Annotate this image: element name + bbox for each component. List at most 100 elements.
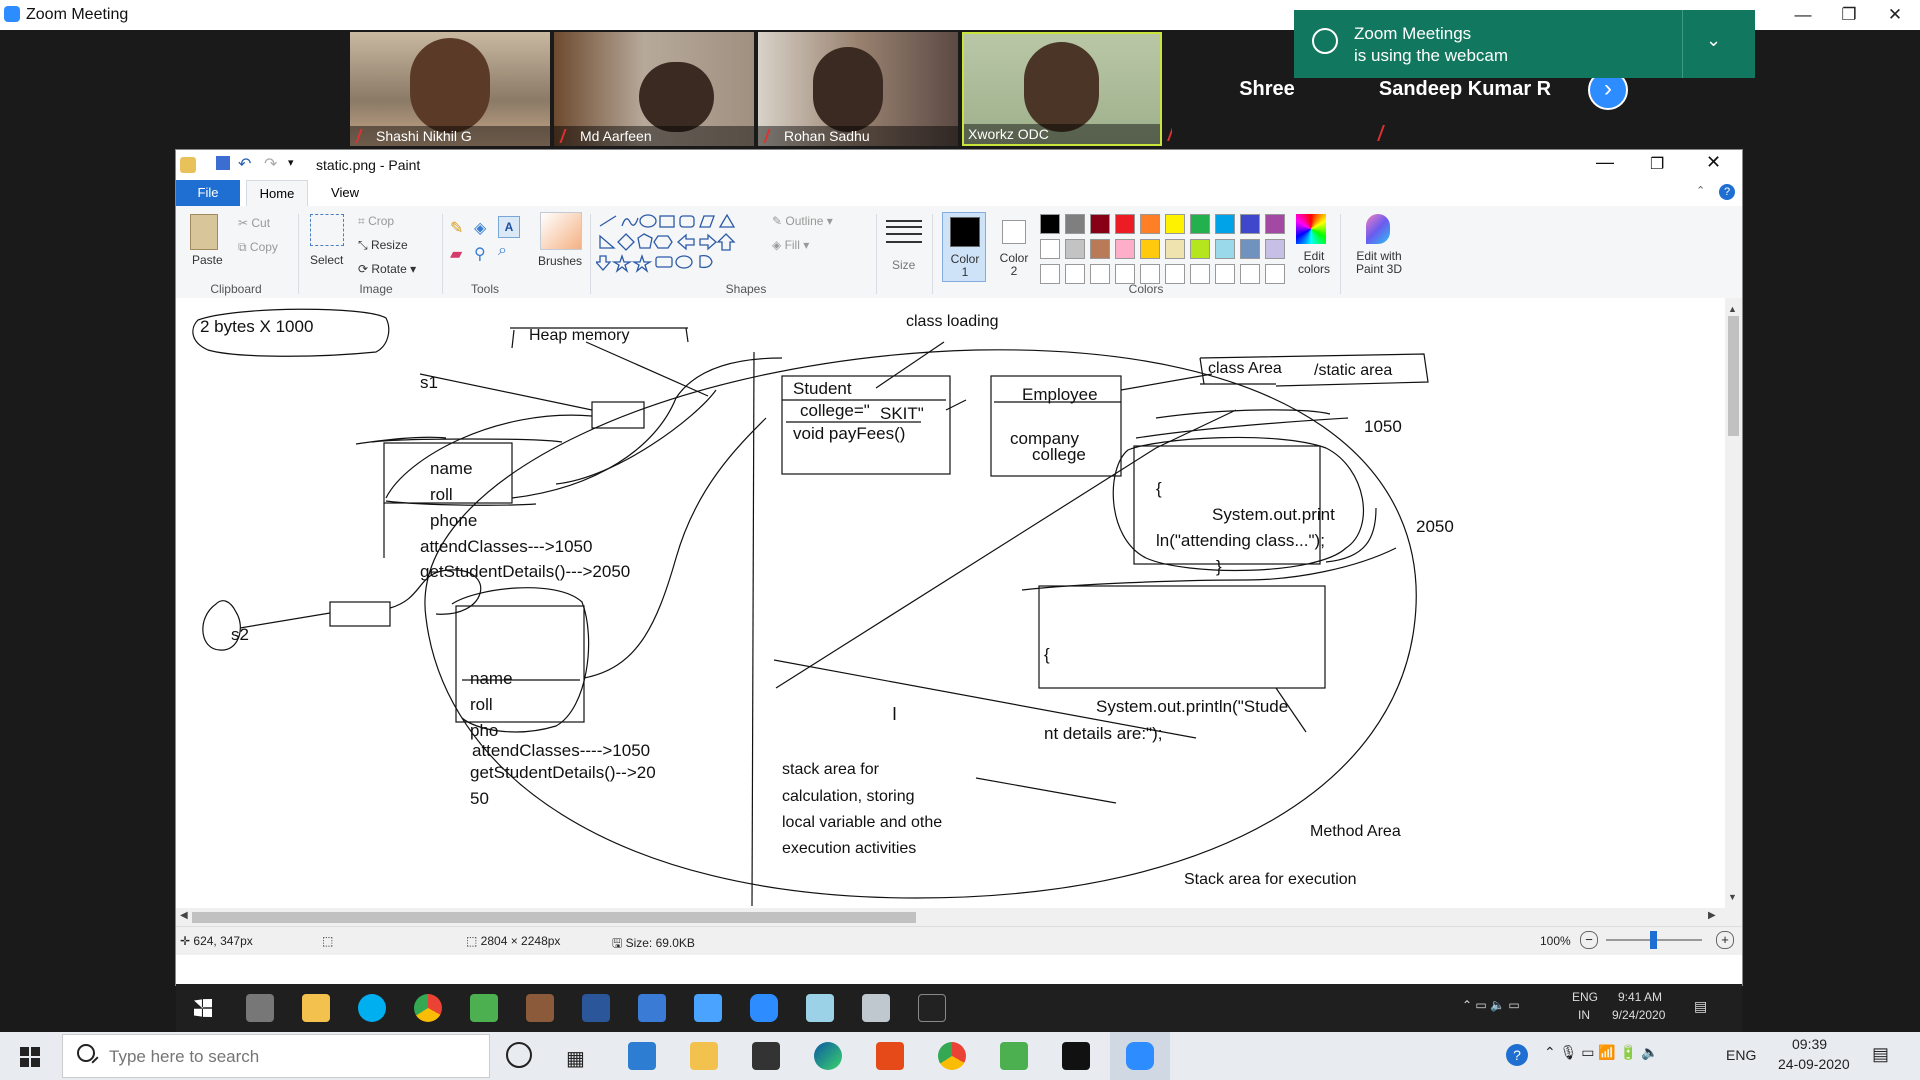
outline-dropdown[interactable]: ✎ Outline ▾ — [772, 214, 833, 228]
skype-icon[interactable] — [358, 994, 386, 1022]
drawing-canvas[interactable]: 2 bytes X 1000 Heap memory class loading… — [176, 298, 1725, 908]
restore-button[interactable]: ❐ — [1826, 0, 1872, 30]
edit-paint3d-button[interactable]: Edit with Paint 3D — [1348, 250, 1410, 276]
notepad-icon[interactable] — [470, 994, 498, 1022]
terminal-icon[interactable] — [1062, 1042, 1090, 1070]
terminal-icon[interactable] — [918, 994, 946, 1022]
participant-tile[interactable]: Rohan Sadhu — [758, 32, 958, 146]
palette-swatch[interactable] — [1090, 239, 1110, 259]
cortana-icon[interactable] — [506, 1042, 532, 1068]
file-explorer-icon[interactable] — [690, 1042, 718, 1070]
palette-swatch[interactable] — [1190, 264, 1210, 284]
palette-swatch[interactable] — [1240, 214, 1260, 234]
edit-colors-button[interactable]: Edit colors — [1294, 250, 1334, 276]
rotate-button[interactable]: ⟳ Rotate ▾ — [358, 262, 416, 276]
palette-swatch[interactable] — [1115, 264, 1135, 284]
scroll-right-icon[interactable]: ▶ — [1708, 910, 1716, 921]
start-icon[interactable] — [194, 999, 212, 1017]
app-icon[interactable] — [694, 994, 722, 1022]
palette-swatch[interactable] — [1265, 264, 1285, 284]
paint-restore-button[interactable]: ❐ — [1650, 154, 1664, 174]
undo-icon[interactable]: ↶ — [238, 154, 251, 174]
notepad-icon[interactable] — [1000, 1042, 1028, 1070]
color-picker-icon[interactable]: ⚲ — [474, 244, 486, 264]
inner-language[interactable]: ENG — [1572, 990, 1598, 1004]
palette-swatch[interactable] — [1065, 264, 1085, 284]
palette-swatch[interactable] — [1040, 239, 1060, 259]
palette-swatch[interactable] — [1215, 214, 1235, 234]
palette-swatch[interactable] — [1215, 264, 1235, 284]
brushes-button[interactable]: Brushes — [538, 254, 582, 268]
participant-tile-active[interactable]: Xworkz ODC — [962, 32, 1162, 146]
search-input[interactable] — [107, 1043, 471, 1071]
search-box[interactable] — [62, 1034, 490, 1078]
palette-swatch[interactable] — [1115, 239, 1135, 259]
cut-button[interactable]: ✂ Cut — [238, 216, 270, 230]
participant-tile[interactable]: Shashi Nikhil G — [350, 32, 550, 146]
eraser-icon[interactable]: ▰ — [450, 244, 462, 264]
app-icon[interactable] — [806, 994, 834, 1022]
paint3d-icon[interactable] — [1366, 214, 1390, 244]
scroll-up-icon[interactable]: ▲ — [1728, 304, 1737, 314]
magnifier-icon[interactable]: ⌕ — [498, 242, 507, 260]
paint-close-button[interactable]: ✕ — [1706, 152, 1721, 173]
palette-swatch[interactable] — [1090, 214, 1110, 234]
vertical-scrollbar[interactable]: ▲ ▼ — [1725, 298, 1742, 908]
tab-file[interactable]: File — [176, 180, 240, 206]
size-icon[interactable] — [886, 220, 922, 222]
palette-swatch[interactable] — [1140, 239, 1160, 259]
file-explorer-icon[interactable] — [302, 994, 330, 1022]
resize-button[interactable]: ⤡ Resize — [358, 238, 408, 253]
mail-icon[interactable] — [628, 1042, 656, 1070]
palette-swatch[interactable] — [1215, 239, 1235, 259]
palette-swatch[interactable] — [1165, 214, 1185, 234]
palette-swatch[interactable] — [1165, 264, 1185, 284]
palette-swatch[interactable] — [1265, 239, 1285, 259]
participant-tile[interactable]: Md Aarfeen — [554, 32, 754, 146]
zoom-out-icon[interactable]: − — [1580, 931, 1598, 949]
palette-swatch[interactable] — [1265, 214, 1285, 234]
save-icon[interactable] — [216, 156, 230, 170]
brushes-icon[interactable] — [540, 212, 582, 250]
select-button[interactable]: Select — [310, 253, 343, 267]
task-view-icon[interactable]: ▦ — [566, 1046, 585, 1071]
vertical-scroll-thumb[interactable] — [1728, 316, 1739, 436]
customize-qat-icon[interactable]: ▾ — [288, 156, 294, 169]
palette-swatch[interactable] — [1190, 239, 1210, 259]
horizontal-scroll-thumb[interactable] — [192, 912, 916, 923]
color1-button[interactable]: Color 1 — [942, 212, 986, 282]
shapes-gallery[interactable] — [596, 212, 754, 276]
webcam-notification[interactable]: Zoom Meetings is using the webcam ⌄ — [1294, 10, 1755, 78]
chevron-down-icon[interactable]: ⌄ — [1706, 30, 1721, 51]
language-indicator[interactable]: ENG — [1726, 1047, 1756, 1063]
zoom-taskbar-button[interactable] — [1110, 1032, 1170, 1080]
app-icon[interactable] — [638, 994, 666, 1022]
minimize-button[interactable]: — — [1780, 0, 1826, 30]
select-icon[interactable] — [310, 214, 344, 246]
palette-swatch[interactable] — [1165, 239, 1185, 259]
zoom-in-icon[interactable]: + — [1716, 931, 1734, 949]
redo-icon[interactable]: ↷ — [264, 154, 277, 174]
zoom-slider-thumb[interactable] — [1650, 931, 1657, 949]
palette-swatch[interactable] — [1065, 239, 1085, 259]
size-button[interactable]: Size — [892, 258, 915, 272]
palette-swatch[interactable] — [1240, 264, 1260, 284]
paint-minimize-button[interactable]: — — [1596, 152, 1614, 173]
text-tool-icon[interactable]: A — [498, 216, 520, 238]
collapse-ribbon-icon[interactable]: ⌃ — [1696, 184, 1705, 197]
horizontal-scrollbar[interactable]: ◀ ▶ — [176, 908, 1742, 926]
paste-icon[interactable] — [190, 214, 218, 250]
action-center-icon[interactable]: ▤ — [1872, 1044, 1889, 1065]
tab-home[interactable]: Home — [246, 180, 308, 206]
pencil-icon[interactable]: ✎ — [450, 218, 463, 238]
palette-swatch[interactable] — [1065, 214, 1085, 234]
color2-button[interactable]: Color 2 — [992, 212, 1036, 282]
inner-region[interactable]: IN — [1578, 1008, 1590, 1022]
clock-date[interactable]: 24-09-2020 — [1778, 1056, 1850, 1072]
palette-swatch[interactable] — [1140, 264, 1160, 284]
palette-swatch[interactable] — [1190, 214, 1210, 234]
notification-center-icon[interactable]: ▤ — [1694, 998, 1707, 1015]
paint-icon[interactable] — [862, 994, 890, 1022]
app-icon[interactable] — [526, 994, 554, 1022]
help-icon[interactable]: ? — [1719, 184, 1735, 200]
